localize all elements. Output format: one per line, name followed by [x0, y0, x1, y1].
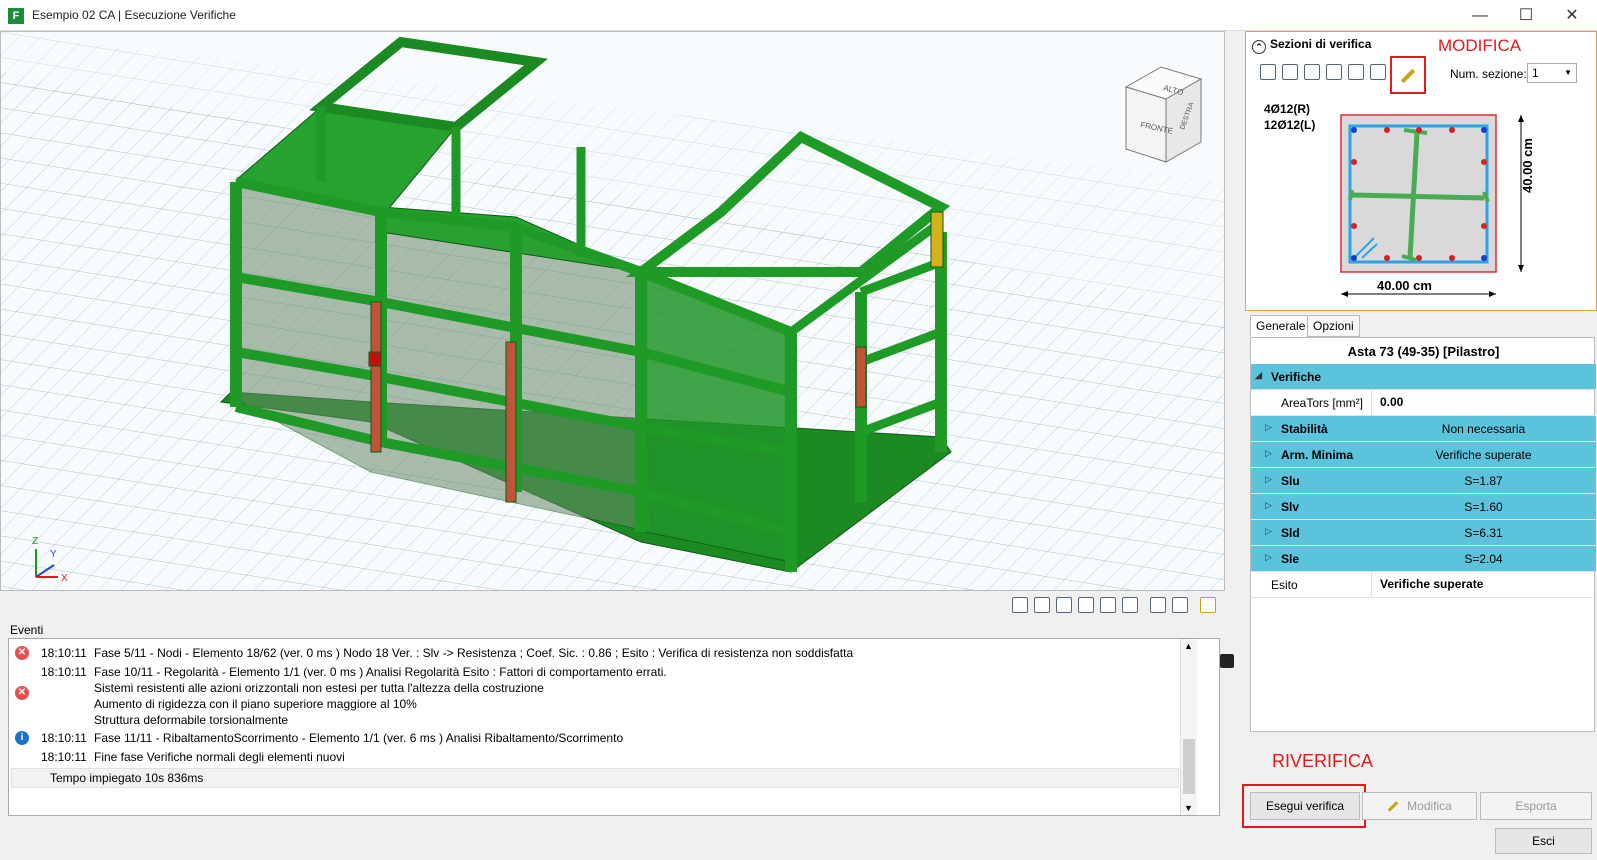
- prop-row-sld[interactable]: ▷ Sld S=6.31: [1251, 520, 1596, 546]
- riverifica-annotation: RIVERIFICA: [1272, 751, 1374, 771]
- run-verification-button[interactable]: Esegui verifica: [1250, 792, 1360, 820]
- prop-row-slu[interactable]: ▷ Slu S=1.87: [1251, 468, 1596, 494]
- element-title: Asta 73 (49-35) [Pilastro]: [1347, 344, 1500, 359]
- events-side-toolbar: [1218, 638, 1238, 816]
- prop-row-esito: Esito Verifiche superate: [1251, 572, 1596, 598]
- save-icon[interactable]: [1220, 654, 1234, 668]
- layers-icon[interactable]: [1172, 597, 1188, 613]
- export-dxf-icon[interactable]: [1348, 64, 1364, 80]
- event-footer-row: Tempo impiegato 10s 836ms: [11, 768, 1179, 788]
- property-tabs: Generale Opzioni: [1245, 315, 1597, 337]
- exit-button[interactable]: Esci: [1495, 828, 1592, 854]
- tab-opzioni[interactable]: Opzioni: [1307, 315, 1360, 337]
- prop-row-stabilita[interactable]: ▷ Stabilità Non necessaria: [1251, 416, 1596, 442]
- title-bar: F Esempio 02 CA | Esecuzione Verifiche —…: [0, 0, 1597, 31]
- prop-row-areators: AreaTors [mm²] 0.00: [1251, 390, 1596, 416]
- zoom-in-icon[interactable]: [1260, 64, 1276, 80]
- properties-grid: Asta 73 (49-35) [Pilastro] ◢ Verifiche A…: [1250, 337, 1596, 732]
- expand-triangle-icon: ▷: [1265, 422, 1272, 432]
- view-settings-icon[interactable]: [1150, 597, 1166, 613]
- zoom-out-icon[interactable]: [1034, 597, 1050, 613]
- pencil-icon: [1387, 801, 1399, 813]
- axis-y-label: Y: [50, 549, 57, 560]
- collapse-icon[interactable]: ⌃: [1252, 40, 1266, 54]
- collapse-triangle-icon: ◢: [1255, 370, 1262, 380]
- dim-width-label: 40.00 cm: [1377, 278, 1432, 293]
- zoom-fit-icon[interactable]: [1326, 64, 1342, 80]
- zoom-fit-icon[interactable]: [1078, 597, 1094, 613]
- chevron-down-icon: ▼: [1564, 68, 1572, 77]
- 3d-viewport[interactable]: ALTO FRONTE DESTRA Z Y X: [0, 31, 1225, 591]
- error-icon: ✕: [15, 646, 29, 660]
- info-icon: i: [15, 731, 29, 745]
- axis-x-label: X: [61, 573, 68, 584]
- structure-3d-view: ALTO FRONTE DESTRA Z Y X: [1, 32, 1224, 590]
- zoom-window-icon[interactable]: [1304, 64, 1320, 80]
- close-icon[interactable]: ✕: [1549, 0, 1595, 31]
- events-log[interactable]: ✕ 18:10:11 Fase 5/11 - Nodi - Elemento 1…: [8, 638, 1220, 816]
- num-sezione-select[interactable]: 1 ▼: [1527, 63, 1577, 83]
- export-image-icon[interactable]: [1370, 64, 1386, 80]
- prop-row-slv[interactable]: ▷ Slv S=1.60: [1251, 494, 1596, 520]
- dim-height-label: 40.00 cm: [1520, 138, 1535, 193]
- zoom-in-icon[interactable]: [1012, 597, 1028, 613]
- edit-section-button[interactable]: [1390, 56, 1426, 94]
- export-dxf-icon[interactable]: [1100, 597, 1116, 613]
- expand-triangle-icon: ▷: [1265, 526, 1272, 536]
- export-image-icon[interactable]: [1122, 597, 1138, 613]
- section-panel-title: ⌃ Sezioni di verifica: [1252, 37, 1371, 54]
- zoom-window-icon[interactable]: [1056, 597, 1072, 613]
- modify-button[interactable]: Modifica: [1362, 792, 1477, 820]
- section-drawing: 4Ø12(R) 12Ø12(L) 40.00 cm 40.00 cm: [1252, 88, 1592, 306]
- group-verifiche[interactable]: ◢ Verifiche: [1251, 364, 1596, 390]
- expand-triangle-icon: ▷: [1265, 448, 1272, 458]
- prop-row-arm-minima[interactable]: ▷ Arm. Minima Verifiche superate: [1251, 442, 1596, 468]
- export-button[interactable]: Esporta: [1480, 792, 1592, 820]
- modifica-annotation: MODIFICA: [1438, 36, 1522, 55]
- axis-z-label: Z: [32, 536, 38, 547]
- maximize-icon[interactable]: ☐: [1503, 0, 1549, 31]
- num-sezione-label: Num. sezione:: [1450, 67, 1527, 81]
- tab-generale[interactable]: Generale: [1250, 315, 1312, 337]
- prop-row-sle[interactable]: ▷ Sle S=2.04: [1251, 546, 1596, 572]
- expand-triangle-icon: ▷: [1265, 474, 1272, 484]
- scroll-thumb[interactable]: [1183, 739, 1195, 794]
- events-scrollbar[interactable]: ▲ ▼: [1180, 639, 1197, 815]
- app-logo-icon: F: [8, 8, 24, 24]
- expand-triangle-icon: ▷: [1265, 500, 1272, 510]
- scroll-down-icon[interactable]: ▼: [1184, 803, 1193, 813]
- scroll-up-icon[interactable]: ▲: [1184, 641, 1193, 651]
- section-svg: [1340, 114, 1524, 297]
- expand-triangle-icon: ▷: [1265, 552, 1272, 562]
- zoom-out-icon[interactable]: [1282, 64, 1298, 80]
- viewport-toolbar: [0, 591, 1225, 619]
- section-toolbar: [1260, 62, 1390, 82]
- results-icon[interactable]: [1200, 597, 1216, 613]
- minimize-icon[interactable]: —: [1457, 0, 1503, 31]
- pencil-icon: [1400, 68, 1416, 84]
- events-label: Eventi: [10, 623, 44, 637]
- window-title: Esempio 02 CA | Esecuzione Verifiche: [32, 8, 236, 22]
- error-icon: ✕: [15, 686, 29, 700]
